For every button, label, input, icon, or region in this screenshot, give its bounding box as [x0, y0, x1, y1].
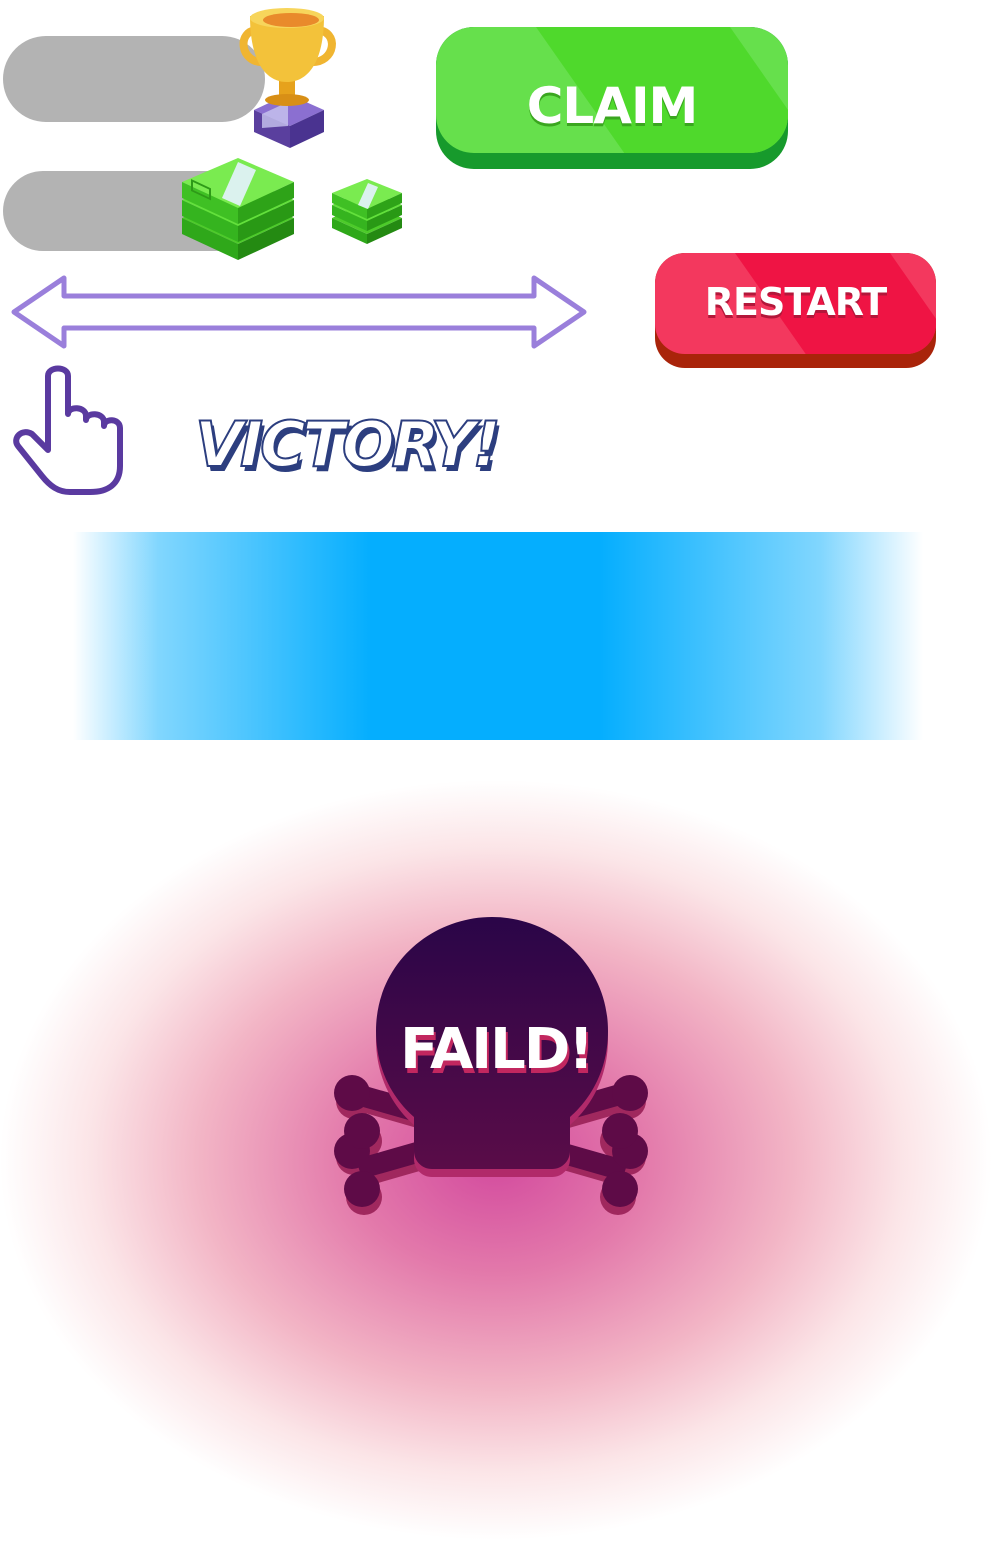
trophy-icon: [239, 8, 336, 148]
restart-button[interactable]: RESTART: [655, 253, 936, 368]
skull-crossbones-icon: [334, 917, 648, 1215]
victory-title: VICTORY!: [194, 407, 502, 482]
restart-button-label: RESTART: [704, 280, 887, 324]
claim-button-label: CLAIM: [526, 77, 699, 135]
claim-button[interactable]: CLAIM: [436, 27, 788, 169]
money-stack-icon: [332, 179, 402, 244]
double-arrow-icon: [11, 275, 587, 349]
money-stack-icon: [182, 158, 294, 260]
progress-bar-empty: [3, 36, 265, 122]
failed-title: FAILD!: [400, 1017, 594, 1082]
victory-banner: [73, 532, 923, 740]
hand-pointer-icon[interactable]: [10, 362, 126, 498]
